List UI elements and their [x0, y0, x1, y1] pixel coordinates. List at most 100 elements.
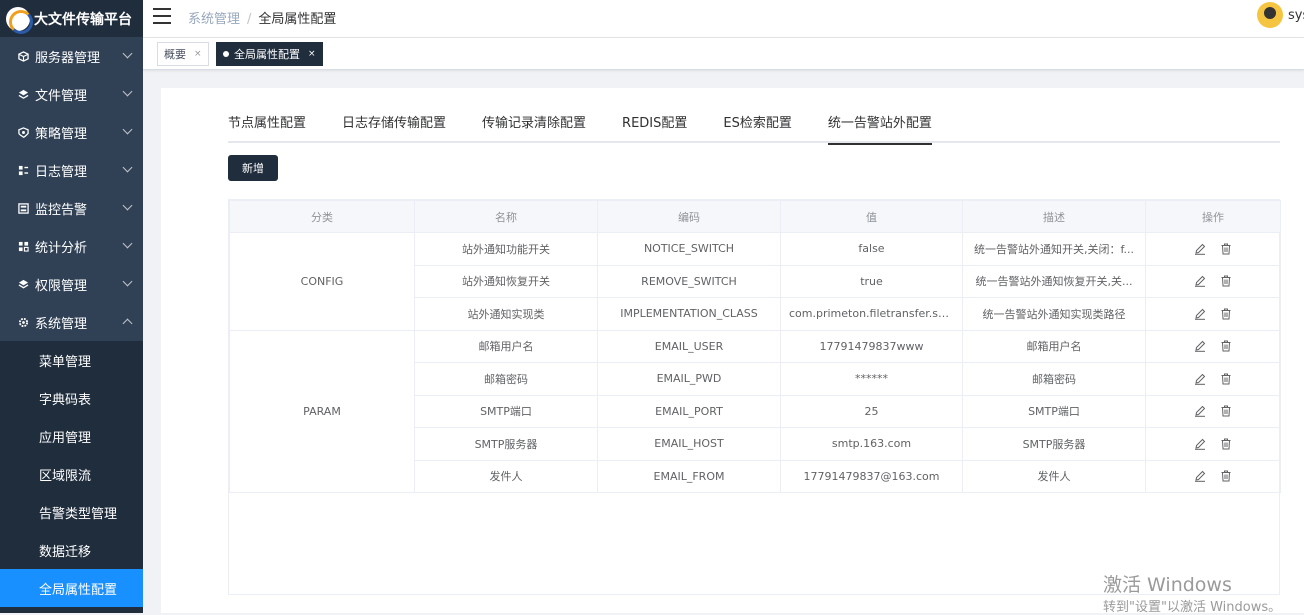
cell-name: 发件人 [414, 459, 598, 493]
cell-desc: SMTP服务器 [962, 427, 1146, 461]
cell-code: EMAIL_FROM [597, 459, 781, 493]
tab-1[interactable]: 日志存储传输配置 [342, 114, 446, 143]
cell-desc: 邮箱用户名 [962, 329, 1146, 363]
delete-icon[interactable] [1220, 243, 1232, 255]
edit-icon[interactable] [1194, 405, 1206, 418]
edit-icon[interactable] [1194, 373, 1206, 385]
avatar[interactable] [1257, 2, 1283, 28]
sidebar-item-2[interactable]: 策略管理 [0, 113, 143, 151]
cell-ops [1145, 362, 1281, 396]
delete-icon[interactable] [1220, 438, 1232, 450]
col-header-name: 名称 [414, 200, 598, 233]
sidebar-item-5[interactable]: 统计分析 [0, 227, 143, 265]
sidebar-subitem-6[interactable]: 全局属性配置 [0, 569, 143, 607]
edit-icon[interactable] [1194, 340, 1206, 353]
cell-value: ****** [780, 362, 963, 396]
shield-icon [18, 126, 29, 138]
edit-icon[interactable] [1194, 470, 1206, 483]
delete-icon[interactable] [1220, 340, 1232, 352]
cell-ops [1145, 459, 1281, 493]
cell-code: EMAIL_HOST [597, 427, 781, 461]
edit-icon[interactable] [1194, 243, 1206, 255]
edit-icon[interactable] [1194, 308, 1206, 320]
tab-4[interactable]: ES检索配置 [723, 114, 791, 143]
sidebar-item-1[interactable]: 文件管理 [0, 75, 143, 113]
col-header-desc: 描述 [962, 200, 1146, 233]
sidebar-item-3[interactable]: 日志管理 [0, 151, 143, 189]
sidebar-item-4[interactable]: 监控告警 [0, 189, 143, 227]
cell-name: SMTP端口 [414, 394, 598, 428]
cell-code: EMAIL_PWD [597, 362, 781, 396]
hamburger-icon[interactable] [153, 8, 171, 24]
delete-icon[interactable] [1220, 373, 1232, 385]
chevron-up-icon [122, 318, 133, 329]
cell-code: IMPLEMENTATION_CLASS [597, 297, 781, 331]
sidebar-item-7[interactable]: 系统管理 [0, 303, 143, 341]
gear-icon [18, 317, 29, 328]
table-row: CONFIG 站外通知功能开关 NOTICE_SWITCH false 统一告警站外通知… [229, 232, 1281, 331]
chevron-down-icon [122, 162, 133, 173]
sidebar-subitem-4[interactable]: 告警类型管理 [0, 493, 143, 531]
sidebar-subitem-1[interactable]: 字典码表 [0, 379, 143, 417]
tab-2[interactable]: 传输记录清除配置 [482, 114, 586, 143]
sidebar-item-label: 统计分析 [35, 240, 88, 256]
tab-5[interactable]: 统一告警站外配置 [827, 114, 932, 145]
cube-icon [18, 50, 29, 62]
brand-title: 大文件传输平台 [34, 11, 132, 28]
cell-value: 17791479837www [780, 329, 963, 363]
edit-icon[interactable] [1194, 275, 1206, 288]
breadcrumb-separator: / [247, 12, 252, 27]
delete-icon[interactable] [1220, 275, 1232, 287]
cell-code: NOTICE_SWITCH [597, 232, 781, 266]
sidebar-menu: 服务器管理 文件管理策略管理日志管理 监控告警统计分析权限管理 系统管理 菜单管理 字典码… [0, 37, 143, 607]
close-icon[interactable]: × [308, 49, 316, 59]
sidebar-subitem-5[interactable]: 数据迁移 [0, 531, 143, 569]
delete-icon[interactable] [1220, 308, 1232, 320]
breadcrumb-item-current: 全局属性配置 [258, 12, 337, 27]
tab-0[interactable]: 节点属性配置 [228, 114, 306, 143]
delete-icon[interactable] [1220, 470, 1232, 482]
cell-category: PARAM [229, 329, 415, 493]
cell-name: 邮箱密码 [414, 362, 598, 396]
sidebar-item-0[interactable]: 服务器管理 [0, 37, 143, 75]
chevron-down-icon [122, 86, 133, 97]
tag-global-config[interactable]: 全局属性配置 × [216, 42, 323, 66]
cell-ops [1145, 264, 1281, 298]
tag-overview[interactable]: 概要 × [157, 42, 209, 66]
sidebar-subitem-2[interactable]: 应用管理 [0, 417, 143, 455]
logo-icon [6, 6, 33, 34]
navbar: 系统管理 / 全局属性配置 sys [143, 0, 1304, 38]
chart-icon [18, 241, 29, 252]
cell-ops [1145, 329, 1281, 363]
cell-value: 25 [780, 394, 963, 428]
breadcrumb-item-system[interactable]: 系统管理 [188, 12, 240, 27]
cell-desc: 发件人 [962, 459, 1146, 493]
cell-name: SMTP服务器 [414, 427, 598, 461]
cell-value: smtp.163.com [780, 427, 963, 461]
sidebar: 大文件传输平台 服务器管理 文件管理策略管理日志管理 监控告警统计分析权限管理 系统管… [0, 0, 143, 613]
add-button[interactable]: 新增 [228, 155, 278, 181]
cell-value: com.primeton.filetransfer.server... [780, 297, 963, 331]
tag-label: 全局属性配置 [234, 48, 300, 61]
delete-icon[interactable] [1220, 405, 1232, 417]
tags-view: 概要 × 全局属性配置 × [143, 38, 1304, 70]
table-row: PARAM 邮箱用户名 EMAIL_USER 17791479837www 邮箱用户名 [229, 329, 1281, 493]
brand: 大文件传输平台 [0, 0, 143, 37]
cell-desc: 统一告警站外通知恢复开关,关... [962, 264, 1146, 298]
username[interactable]: sys [1288, 8, 1304, 23]
close-icon[interactable]: × [194, 49, 202, 59]
chevron-down-icon [122, 48, 133, 59]
chevron-down-icon [122, 200, 133, 211]
sidebar-subitem-3[interactable]: 区域限流 [0, 455, 143, 493]
sidebar-item-label: 策略管理 [35, 126, 88, 142]
lock-icon [18, 279, 29, 290]
tab-3[interactable]: REDIS配置 [622, 114, 687, 143]
windows-watermark-title: 激活 Windows [1103, 574, 1232, 596]
cell-desc: 统一告警站外通知实现类路径 [962, 297, 1146, 331]
edit-icon[interactable] [1194, 438, 1206, 450]
config-tabs: 节点属性配置 日志存储传输配置 传输记录清除配置 REDIS配置 ES检索配置 统一告警站… [228, 114, 1280, 145]
sidebar-item-6[interactable]: 权限管理 [0, 265, 143, 303]
cell-name: 站外通知恢复开关 [414, 264, 598, 298]
col-header-value: 值 [780, 200, 963, 233]
sidebar-subitem-0[interactable]: 菜单管理 [0, 341, 143, 379]
